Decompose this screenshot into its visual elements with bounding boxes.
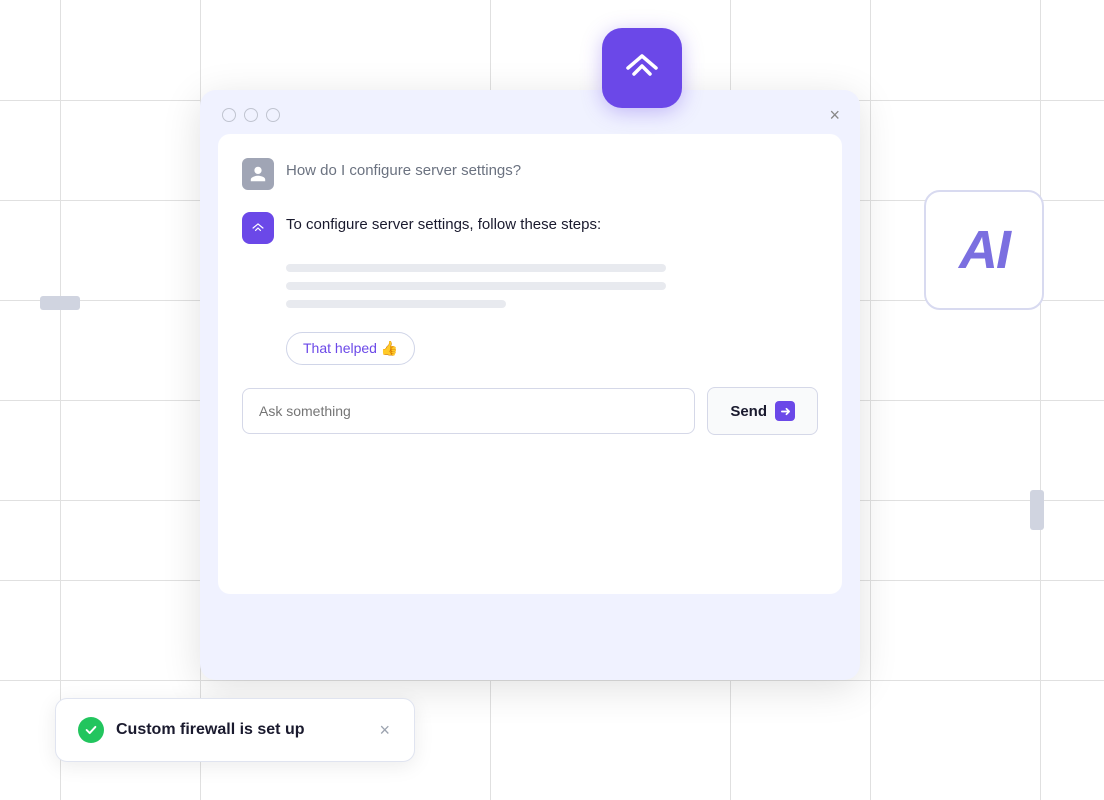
send-arrow-icon <box>775 401 795 421</box>
window-dot-2 <box>244 108 258 122</box>
loading-lines <box>286 264 818 308</box>
that-helped-button[interactable]: That helped 👍 <box>286 332 415 365</box>
user-message-text: How do I configure server settings? <box>286 158 521 179</box>
send-button[interactable]: Send <box>707 387 818 435</box>
window-dot-3 <box>266 108 280 122</box>
bot-message-row: To configure server settings, follow the… <box>242 212 818 244</box>
user-message-row: How do I configure server settings? <box>242 158 818 190</box>
toast-notification: Custom firewall is set up × <box>55 698 415 762</box>
ai-label: AI <box>959 223 1009 277</box>
input-area: Send <box>242 387 818 435</box>
app-logo-icon <box>602 28 682 108</box>
window-close-button[interactable]: × <box>829 106 840 124</box>
loading-line-1 <box>286 264 666 272</box>
toast-message: Custom firewall is set up <box>116 721 365 739</box>
user-avatar-icon <box>242 158 274 190</box>
window-dot-1 <box>222 108 236 122</box>
title-bar: × <box>200 90 860 134</box>
send-label: Send <box>730 403 767 420</box>
bot-message-text: To configure server settings, follow the… <box>286 212 601 233</box>
bot-avatar-icon <box>242 212 274 244</box>
loading-line-3 <box>286 300 506 308</box>
loading-line-2 <box>286 282 666 290</box>
ai-box: AI <box>924 190 1044 310</box>
chat-window: × How do I configure server settings? To… <box>200 90 860 680</box>
chat-content-area: How do I configure server settings? To c… <box>218 134 842 594</box>
toast-close-button[interactable]: × <box>377 721 392 739</box>
chat-input[interactable] <box>242 388 695 434</box>
toast-success-icon <box>78 717 104 743</box>
